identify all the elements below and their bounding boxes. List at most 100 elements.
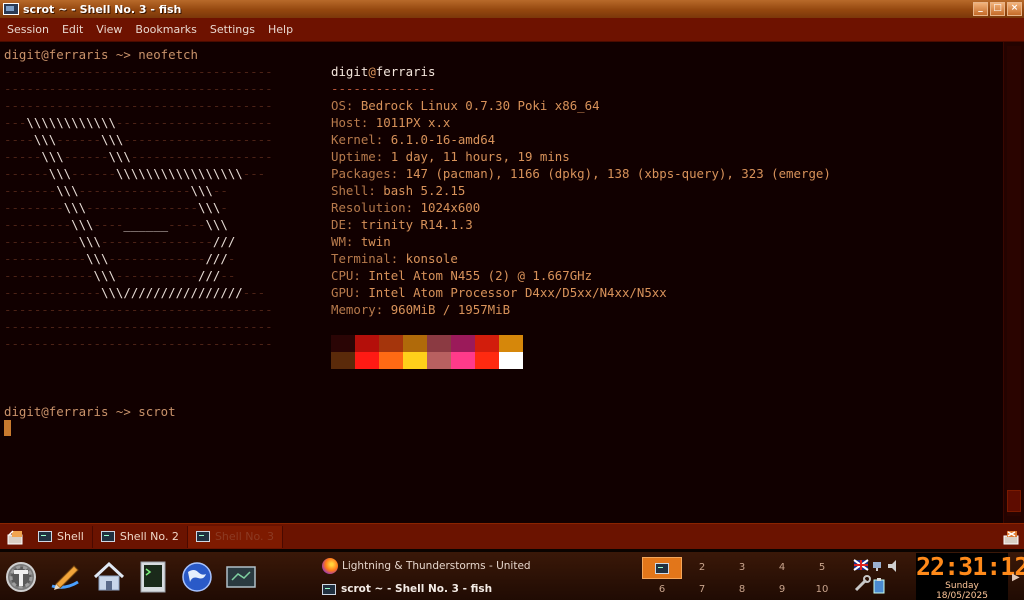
info-cpu: CPU: Intel Atom N455 (2) @ 1.667GHz <box>331 268 593 283</box>
color-swatch <box>403 352 427 369</box>
browser-launcher[interactable] <box>180 560 214 594</box>
info-os: OS: Bedrock Linux 0.7.30 Poki x86_64 <box>331 98 600 113</box>
konsole-icon <box>140 561 166 593</box>
clipboard-icon[interactable] <box>873 578 885 594</box>
color-swatch <box>475 352 499 369</box>
color-swatch <box>451 352 475 369</box>
header-user: digit <box>331 64 369 79</box>
color-swatch <box>499 352 523 369</box>
desktop-7[interactable]: 7 <box>682 579 722 600</box>
text-cursor <box>4 420 11 436</box>
info-wm: WM: twin <box>331 234 391 249</box>
menubar: Session Edit View Bookmarks Settings Hel… <box>0 18 1024 42</box>
globe-icon <box>182 562 212 592</box>
prompt-line-scrot: digit@ferraris ~> scrot <box>4 404 176 419</box>
close-tab-button[interactable] <box>1002 528 1020 546</box>
desktop-5[interactable]: 5 <box>802 557 842 579</box>
new-tab-button[interactable] <box>4 526 26 548</box>
taskbar-konsole[interactable]: scrot ~ - Shell No. 3 - fish <box>322 578 492 600</box>
desktop-4[interactable]: 4 <box>762 557 802 579</box>
color-swatch <box>331 352 355 369</box>
terminal-icon <box>38 531 52 542</box>
info-packages: Packages: 147 (pacman), 1166 (dpkg), 138… <box>331 166 831 181</box>
info-de: DE: trinity R14.1.3 <box>331 217 473 232</box>
desktop-8[interactable]: 8 <box>722 579 762 600</box>
monitor-icon <box>226 566 256 588</box>
terminal-icon <box>100 531 115 542</box>
terminal-icon <box>322 583 336 595</box>
color-swatch <box>403 335 427 352</box>
editor-launcher[interactable] <box>48 560 82 594</box>
header-host: ferraris <box>375 64 436 79</box>
minimize-button[interactable]: _ <box>973 2 988 16</box>
info-memory: Memory: 960MiB / 1957MiB <box>331 302 511 317</box>
konsole-launcher[interactable] <box>136 560 170 594</box>
info-host: Host: 1011PX x.x <box>331 115 451 130</box>
menu-session[interactable]: Session <box>2 18 57 42</box>
menu-view[interactable]: View <box>91 18 130 42</box>
wrench-icon[interactable] <box>854 575 871 592</box>
desktop-6[interactable]: 6 <box>642 579 682 600</box>
maximize-button[interactable]: □ <box>990 2 1005 16</box>
menu-help[interactable]: Help <box>263 18 301 42</box>
desktop-3[interactable]: 3 <box>722 557 762 579</box>
desktop-9[interactable]: 9 <box>762 579 802 600</box>
firefox-icon <box>322 558 338 574</box>
terminal-icon <box>195 531 210 542</box>
prompt-line-neofetch: digit@ferraris ~> neofetch <box>4 47 198 62</box>
desktop-1[interactable] <box>642 557 682 579</box>
panel-expand-arrow-icon[interactable]: ▶ <box>1012 572 1020 583</box>
info-resolution: Resolution: 1024x600 <box>331 200 481 215</box>
tab-shell-2[interactable]: Shell No. 2 <box>93 525 188 548</box>
scrollbar-thumb[interactable] <box>1007 490 1021 512</box>
tab-shell[interactable]: Shell <box>30 525 93 548</box>
pencil-icon <box>51 565 79 590</box>
keyboard-layout-uk-flag-icon[interactable] <box>853 559 869 571</box>
volume-icon[interactable] <box>888 560 896 572</box>
menu-edit[interactable]: Edit <box>57 18 91 42</box>
digital-clock[interactable]: 22:31:12 Sunday 18/05/2025 <box>916 552 1024 600</box>
color-swatch <box>499 335 523 352</box>
close-tab-icon <box>1003 530 1019 544</box>
color-swatch <box>427 335 451 352</box>
clock-time: 22:31:12 <box>916 552 1024 581</box>
color-palette <box>331 335 523 369</box>
header-at: @ <box>368 64 376 79</box>
trinity-logo-icon <box>6 562 36 592</box>
color-swatch <box>379 335 403 352</box>
window-title: scrot ~ - Shell No. 3 - fish <box>23 2 182 16</box>
color-swatch <box>379 352 403 369</box>
color-swatch <box>331 335 355 352</box>
taskbar-firefox[interactable]: Lightning & Thunderstorms - United <box>322 555 531 577</box>
window-titlebar[interactable]: scrot ~ - Shell No. 3 - fish _ □ × <box>0 0 1024 18</box>
clock-date: 18/05/2025 <box>936 591 988 600</box>
menu-settings[interactable]: Settings <box>205 18 263 42</box>
desktop-pager: 2 3 4 5 6 7 8 9 10 <box>642 557 842 600</box>
close-button[interactable]: × <box>1007 2 1022 16</box>
tab-shell-3[interactable]: Shell No. 3 <box>187 525 284 548</box>
trinity-menu-button[interactable] <box>4 560 38 594</box>
clock-day: Sunday <box>945 581 979 591</box>
new-tab-icon <box>7 530 23 544</box>
color-swatch <box>451 335 475 352</box>
network-icon[interactable] <box>873 562 881 571</box>
color-swatch <box>355 335 379 352</box>
home-launcher[interactable] <box>92 560 126 594</box>
desktop-2[interactable]: 2 <box>682 557 722 579</box>
window-menu-icon[interactable] <box>3 3 19 15</box>
home-folder-icon <box>93 561 125 591</box>
neofetch-separator: -------------- <box>331 81 436 96</box>
desktop-10[interactable]: 10 <box>802 579 842 600</box>
color-swatch <box>475 335 499 352</box>
menu-bookmarks[interactable]: Bookmarks <box>130 18 204 42</box>
system-tray <box>852 558 912 598</box>
terminal-scrollbar[interactable] <box>1003 42 1024 523</box>
tab-bar: Shell Shell No. 2 Shell No. 3 <box>0 523 1024 549</box>
color-swatch <box>427 352 451 369</box>
info-terminal: Terminal: konsole <box>331 251 458 266</box>
scrollbar-track[interactable] <box>1007 46 1021 516</box>
terminal-view[interactable]: digit@ferraris ~> neofetch -------------… <box>0 42 1003 523</box>
desktop-panel: Lightning & Thunderstorms - United scrot… <box>0 549 1024 600</box>
screen-launcher[interactable] <box>224 560 258 594</box>
info-uptime: Uptime: 1 day, 11 hours, 19 mins <box>331 149 570 164</box>
